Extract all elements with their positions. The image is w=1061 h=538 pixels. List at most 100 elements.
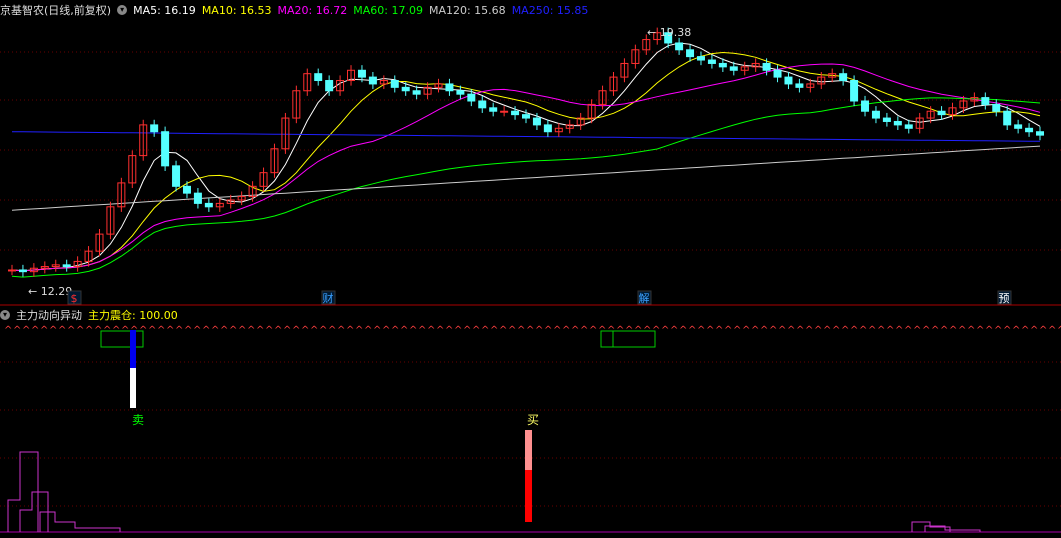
event-marker-label: $ <box>71 292 78 305</box>
caret-marker: ^ <box>526 325 534 336</box>
kline-chart[interactable]: ← 19.38← 12.29$ 财解预 ^ ^ ^ ^ ^ ^ ^ ^ ^ ^ ^ ^ ^ ^ ^ ^ ^ ^ ^ ^ ^… <box>0 0 1061 538</box>
candle-down <box>445 83 454 92</box>
histogram-left <box>39 511 121 532</box>
caret-marker: ^ <box>418 325 426 336</box>
candle-down <box>522 114 530 119</box>
caret-marker: ^ <box>256 325 264 336</box>
caret-marker: ^ <box>967 325 975 336</box>
caret-marker: ^ <box>904 325 912 336</box>
caret-marker: ^ <box>994 325 1002 336</box>
caret-marker: ^ <box>157 325 165 336</box>
caret-marker: ^ <box>823 325 831 336</box>
buy-label: 买 <box>527 413 539 427</box>
caret-marker: ^ <box>877 325 885 336</box>
histogram-right <box>911 521 951 532</box>
caret-marker: ^ <box>391 325 399 336</box>
candle-down <box>543 124 552 133</box>
price-legend: 京基智农(日线,前复权) ▾ MA5: 16.19 MA10: 16.53 MA… <box>0 0 1061 20</box>
event-marker-label: 预 <box>999 292 1010 305</box>
caret-marker: ^ <box>67 325 75 336</box>
caret-marker: ^ <box>742 325 750 336</box>
caret-marker: ^ <box>868 325 876 336</box>
caret-marker: ^ <box>1048 325 1056 336</box>
caret-marker: ^ <box>337 325 345 336</box>
candle-down <box>882 117 891 122</box>
caret-marker: ^ <box>436 325 444 336</box>
caret-marker: ^ <box>301 325 309 336</box>
indicator-legend: ▾ 主力动向异动 主力震仓: 100.00 <box>0 307 1061 323</box>
candle-down <box>532 117 541 126</box>
caret-marker: ^ <box>454 325 462 336</box>
caret-marker: ^ <box>733 325 741 336</box>
caret-marker: ^ <box>571 325 579 336</box>
caret-marker: ^ <box>778 325 786 336</box>
high-price-label: ← 19.38 <box>647 26 691 39</box>
caret-marker: ^ <box>400 325 408 336</box>
caret-marker: ^ <box>715 325 723 336</box>
ma10-label: MA10: 16.53 <box>201 3 272 17</box>
candle-down <box>325 80 334 92</box>
caret-marker: ^ <box>661 325 669 336</box>
caret-marker: ^ <box>148 325 156 336</box>
caret-marker: ^ <box>166 325 174 336</box>
caret-marker: ^ <box>751 325 759 336</box>
candle-down <box>729 66 738 71</box>
candle-down <box>1036 131 1044 136</box>
caret-marker: ^ <box>679 325 687 336</box>
caret-marker: ^ <box>364 325 372 336</box>
caret-marker: ^ <box>1003 325 1011 336</box>
caret-marker: ^ <box>589 325 597 336</box>
ma250-label: MA250: 15.85 <box>511 3 589 17</box>
caret-marker: ^ <box>535 325 543 336</box>
caret-marker: ^ <box>1057 325 1061 336</box>
caret-marker: ^ <box>184 325 192 336</box>
candle-down <box>204 202 213 208</box>
caret-marker: ^ <box>373 325 381 336</box>
candle-down <box>161 131 170 167</box>
candle-down <box>478 100 487 109</box>
caret-marker: ^ <box>445 325 453 336</box>
indicator-value: 主力震仓: 100.00 <box>88 309 178 322</box>
candle-down <box>62 264 71 268</box>
caret-marker: ^ <box>1012 325 1020 336</box>
caret-marker: ^ <box>724 325 732 336</box>
caret-marker: ^ <box>175 325 183 336</box>
caret-marker: ^ <box>58 325 66 336</box>
caret-marker: ^ <box>310 325 318 336</box>
candle-down <box>1025 127 1034 133</box>
candle-down <box>150 124 159 133</box>
candle-down <box>937 110 946 116</box>
caret-marker: ^ <box>859 325 867 336</box>
caret-marker: ^ <box>922 325 930 336</box>
candle-down <box>18 269 27 273</box>
caret-marker: ^ <box>958 325 966 336</box>
candle-up <box>500 110 509 113</box>
ma20-line <box>11 63 1041 272</box>
stock-name[interactable]: 京基智农(日线,前复权) <box>0 2 111 18</box>
caret-marker: ^ <box>886 325 894 336</box>
candle-down <box>193 192 202 204</box>
caret-marker: ^ <box>49 325 57 336</box>
candle-down <box>456 90 465 95</box>
caret-marker: ^ <box>229 325 237 336</box>
candle-down <box>357 69 366 78</box>
candle-up <box>8 269 16 272</box>
sell-bar-white <box>130 368 136 408</box>
ma60-label: MA60: 17.09 <box>353 3 423 17</box>
caret-marker: ^ <box>463 325 471 336</box>
dropdown-circle-icon[interactable]: ▾ <box>117 5 128 15</box>
indicator-title[interactable]: 主力动向异动 <box>16 307 82 323</box>
dropdown-circle-icon[interactable]: ▾ <box>0 310 10 320</box>
caret-marker: ^ <box>985 325 993 336</box>
candle-down <box>795 83 804 88</box>
caret-marker: ^ <box>355 325 363 336</box>
ma20-label: MA20: 16.72 <box>277 3 348 17</box>
candle-down <box>467 93 476 102</box>
caret-marker: ^ <box>292 325 300 336</box>
candle-down <box>784 76 793 85</box>
caret-marker: ^ <box>202 325 210 336</box>
candle-down <box>904 124 913 129</box>
candle-down <box>511 110 520 116</box>
event-marker-label: 财 <box>323 291 334 305</box>
caret-marker: ^ <box>31 325 39 336</box>
